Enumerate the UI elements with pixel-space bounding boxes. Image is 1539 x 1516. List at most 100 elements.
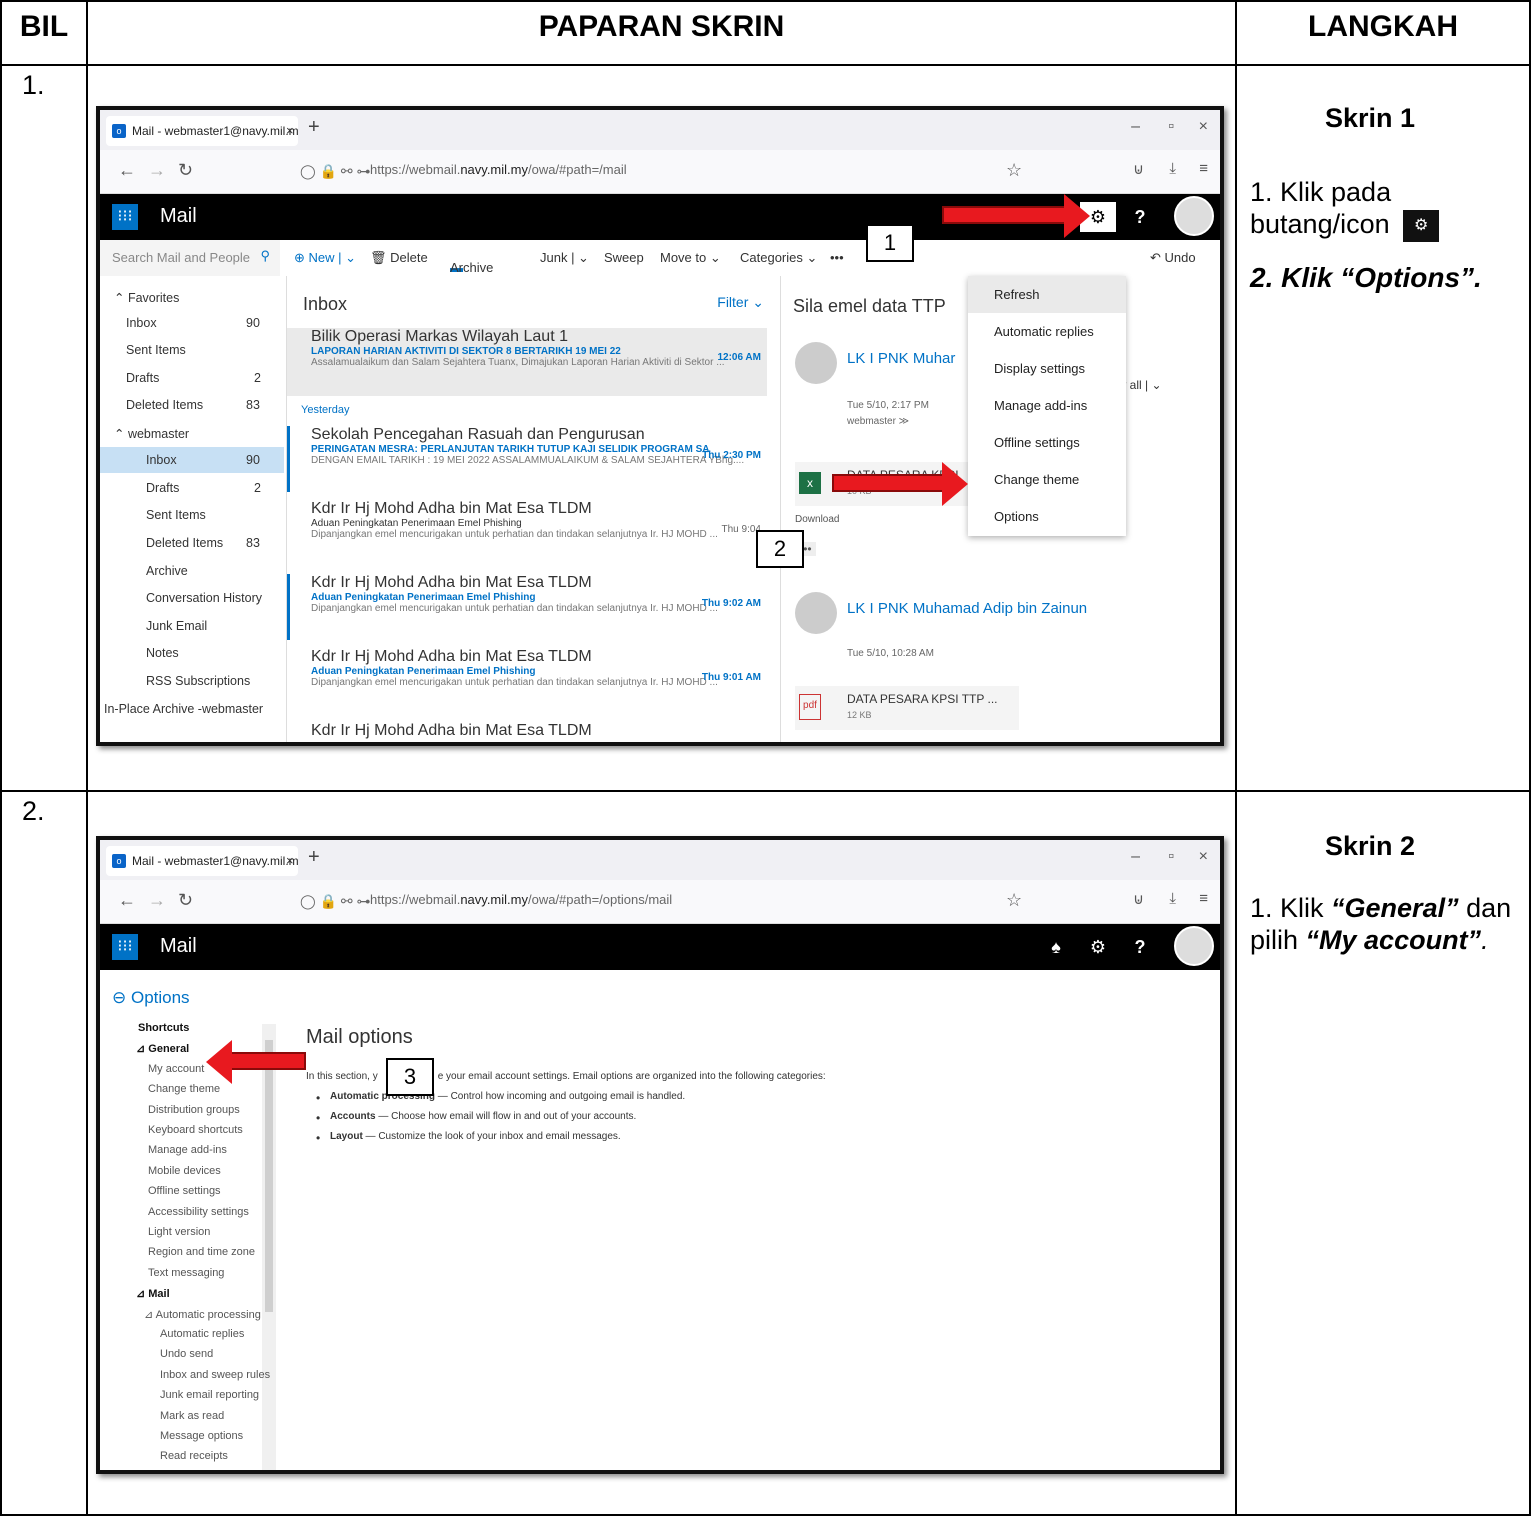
close-window-icon[interactable]: × bbox=[1199, 118, 1208, 136]
new-tab-icon[interactable]: + bbox=[308, 846, 320, 869]
download-icon[interactable]: ⤓ bbox=[1169, 160, 1176, 177]
close-tab-icon[interactable]: × bbox=[286, 116, 294, 146]
folder-item[interactable]: Sent Items bbox=[126, 343, 186, 357]
menu-item-change-theme[interactable]: Change theme bbox=[968, 461, 1126, 498]
nav-item[interactable]: Keyboard shortcuts bbox=[148, 1124, 243, 1136]
message-item[interactable]: Sekolah Pencegahan Rasuah dan Pengurusan… bbox=[287, 426, 767, 494]
forward-icon[interactable]: → bbox=[148, 160, 166, 181]
folder-item[interactable]: ⌃ webmaster bbox=[114, 426, 189, 441]
close-window-icon[interactable]: × bbox=[1199, 848, 1208, 866]
nav-item[interactable]: Inbox and sweep rules bbox=[160, 1369, 270, 1381]
nav-item[interactable]: Mark as read bbox=[160, 1410, 224, 1422]
folder-item[interactable]: In-Place Archive -webmaster bbox=[104, 702, 263, 716]
nav-item[interactable]: ⊿ General bbox=[136, 1042, 189, 1055]
nav-item[interactable]: Junk email reporting bbox=[160, 1389, 259, 1401]
bookmark-star-icon[interactable]: ☆ bbox=[1006, 890, 1022, 911]
filter-button[interactable]: Filter ⌄ bbox=[717, 294, 764, 311]
message-item[interactable]: Kdr Ir Hj Mohd Adha bin Mat Esa TLDM Adua… bbox=[287, 500, 767, 568]
restore-icon[interactable]: ▫ bbox=[1168, 118, 1174, 136]
minimize-icon[interactable]: – bbox=[1131, 848, 1140, 866]
bookmark-star-icon[interactable]: ☆ bbox=[1006, 160, 1022, 181]
menu-item-display-settings[interactable]: Display settings bbox=[968, 350, 1126, 387]
back-icon[interactable]: ← bbox=[118, 160, 136, 181]
nav-item[interactable]: Read receipts bbox=[160, 1450, 228, 1462]
forward-icon[interactable]: → bbox=[148, 890, 166, 911]
menu-item-offline-settings[interactable]: Offline settings bbox=[968, 424, 1126, 461]
folder-item[interactable]: Deleted Items bbox=[146, 536, 223, 550]
sender-2[interactable]: LK I PNK Muhamad Adip bin Zainun bbox=[847, 600, 1087, 617]
download-link[interactable]: Download bbox=[795, 514, 839, 525]
message-item[interactable]: Kdr Ir Hj Mohd Adha bin Mat Esa TLDM bbox=[287, 722, 767, 742]
avatar[interactable] bbox=[1174, 926, 1214, 966]
app-launcher-icon[interactable]: ⁝⁝⁝ bbox=[112, 934, 138, 960]
message-item[interactable]: Bilik Operasi Markas Wilayah Laut 1 LAPOR… bbox=[287, 328, 767, 396]
nav-item[interactable]: Change theme bbox=[148, 1083, 220, 1095]
nav-item[interactable]: Region and time zone bbox=[148, 1246, 255, 1258]
folder-item[interactable]: Inbox bbox=[126, 316, 157, 330]
categories-button[interactable]: Categories ⌄ bbox=[740, 250, 817, 266]
folder-item[interactable]: ⌃ Favorites bbox=[114, 290, 179, 305]
browser-tab-2[interactable]: o Mail - webmaster1@navy.mil.m × bbox=[106, 846, 298, 876]
back-icon[interactable]: ← bbox=[118, 890, 136, 911]
pocket-icon[interactable]: ⊍ bbox=[1133, 160, 1144, 178]
settings-gear-icon[interactable]: ⚙ bbox=[1080, 932, 1116, 962]
folder-item[interactable]: Drafts bbox=[126, 371, 159, 385]
nav-item[interactable]: ⊿ Mail bbox=[136, 1287, 170, 1300]
help-icon[interactable]: ? bbox=[1122, 202, 1158, 232]
restore-icon[interactable]: ▫ bbox=[1168, 848, 1174, 866]
nav-item[interactable]: Undo send bbox=[160, 1348, 213, 1360]
pocket-icon[interactable]: ⊍ bbox=[1133, 890, 1144, 908]
nav-item[interactable]: Distribution groups bbox=[148, 1104, 240, 1116]
menu-item-manage-add-ins[interactable]: Manage add-ins bbox=[968, 387, 1126, 424]
nav-item[interactable]: Light version bbox=[148, 1226, 210, 1238]
folder-item[interactable]: Archive bbox=[146, 564, 188, 578]
nav-item[interactable]: Accessibility settings bbox=[148, 1206, 249, 1218]
url-bar-2[interactable]: https://webmail.navy.mil.my/owa/#path=/o… bbox=[370, 892, 672, 907]
bell-icon[interactable]: ♠ bbox=[1038, 932, 1074, 962]
browser-tab[interactable]: o Mail - webmaster1@navy.mil.m × bbox=[106, 116, 298, 146]
reload-icon[interactable]: ↻ bbox=[178, 890, 193, 911]
search-input[interactable]: Search Mail and People ⚲ bbox=[100, 240, 280, 276]
delete-button[interactable]: 🗑 Delete bbox=[370, 250, 428, 266]
folder-item[interactable]: Junk Email bbox=[146, 619, 207, 633]
new-tab-icon[interactable]: + bbox=[308, 116, 320, 139]
sender-1[interactable]: LK I PNK Muhar bbox=[847, 350, 955, 367]
nav-item[interactable]: Text messaging bbox=[148, 1267, 224, 1279]
sweep-button[interactable]: Sweep bbox=[604, 250, 644, 265]
nav-item[interactable]: ⊿ Automatic processing bbox=[144, 1308, 261, 1321]
junk-button[interactable]: Junk | ⌄ bbox=[540, 250, 589, 266]
options-back-link[interactable]: ⊖ Options bbox=[112, 988, 190, 1008]
folder-item[interactable]: Conversation History bbox=[146, 591, 262, 605]
help-icon[interactable]: ? bbox=[1122, 932, 1158, 962]
avatar[interactable] bbox=[1174, 196, 1214, 236]
app-launcher-icon[interactable]: ⁝⁝⁝ bbox=[112, 204, 138, 230]
nav-item[interactable]: Automatic replies bbox=[160, 1328, 244, 1340]
nav-item[interactable]: Shortcuts bbox=[138, 1022, 189, 1034]
close-tab-icon[interactable]: × bbox=[286, 846, 294, 876]
folder-item[interactable]: Notes bbox=[146, 646, 179, 660]
menu-item-refresh[interactable]: Refresh bbox=[968, 276, 1126, 313]
nav-item[interactable]: Message options bbox=[160, 1430, 243, 1442]
move-to-button[interactable]: Move to ⌄ bbox=[660, 250, 721, 266]
attachment-2[interactable]: pdf DATA PESARA KPSI TTP ... 12 KB bbox=[795, 686, 1019, 730]
menu-icon[interactable]: ≡ bbox=[1199, 160, 1208, 177]
menu-item-automatic-replies[interactable]: Automatic replies bbox=[968, 313, 1126, 350]
menu-icon[interactable]: ≡ bbox=[1199, 890, 1208, 907]
message-item[interactable]: Kdr Ir Hj Mohd Adha bin Mat Esa TLDM Adua… bbox=[287, 648, 767, 716]
folder-item[interactable]: RSS Subscriptions bbox=[146, 674, 250, 688]
folder-item[interactable]: Drafts bbox=[146, 481, 179, 495]
message-item[interactable]: Kdr Ir Hj Mohd Adha bin Mat Esa TLDM Adua… bbox=[287, 574, 767, 642]
nav-item[interactable]: My account bbox=[148, 1063, 204, 1075]
nav-item[interactable]: Mobile devices bbox=[148, 1165, 221, 1177]
reload-icon[interactable]: ↻ bbox=[178, 160, 193, 181]
minimize-icon[interactable]: – bbox=[1131, 118, 1140, 136]
undo-button[interactable]: ↶ Undo bbox=[1150, 250, 1196, 266]
menu-item-options[interactable]: Options bbox=[968, 498, 1126, 535]
nav-item[interactable]: Manage add-ins bbox=[148, 1144, 227, 1156]
url-bar[interactable]: https://webmail.navy.mil.my/owa/#path=/m… bbox=[370, 162, 627, 177]
new-button[interactable]: ⊕ New | ⌄ bbox=[294, 250, 356, 266]
folder-item[interactable]: Deleted Items bbox=[126, 398, 203, 412]
download-icon[interactable]: ⤓ bbox=[1169, 890, 1176, 907]
folder-item[interactable]: Sent Items bbox=[146, 508, 206, 522]
more-button[interactable]: ••• bbox=[830, 250, 844, 265]
